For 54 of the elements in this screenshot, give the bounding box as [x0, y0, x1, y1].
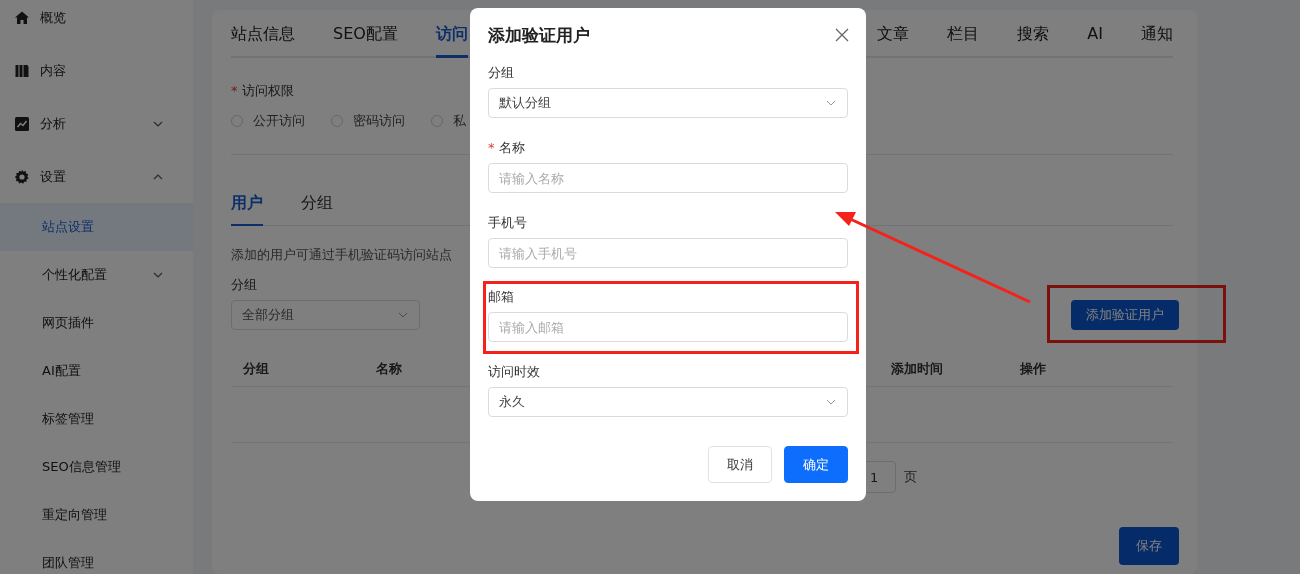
field-label: 分组 — [488, 64, 515, 82]
sidebar-item[interactable]: 标签管理 — [0, 395, 193, 443]
field-label: 分组 — [231, 276, 257, 294]
sidebar-item[interactable]: AI配置 — [0, 347, 193, 395]
sidebar-item[interactable]: 站点设置 — [0, 203, 193, 251]
field-label: 手机号 — [488, 214, 528, 232]
column-header: 操作 — [1020, 360, 1046, 378]
description-text: 添加的用户可通过手机验证码访问站点 — [231, 246, 452, 264]
sidebar-item[interactable]: 设置 — [0, 150, 193, 203]
tab[interactable]: 通知 — [1141, 10, 1173, 58]
input-field[interactable]: 请输入名称 — [488, 163, 848, 193]
tab[interactable]: 文章 — [877, 10, 910, 58]
sidebar-item[interactable]: 概览 — [0, 0, 193, 44]
tab[interactable]: 用户 — [231, 193, 263, 226]
save-button[interactable]: 保存 — [1119, 527, 1179, 565]
sidebar-item[interactable]: 重定向管理 — [0, 491, 193, 539]
sidebar-item[interactable]: 内容 — [0, 44, 193, 97]
cancel-button[interactable]: 取消 — [708, 446, 772, 483]
chart-icon — [14, 115, 30, 132]
select-field[interactable]: 默认分组 — [488, 88, 848, 118]
sidebar-item[interactable]: SEO信息管理 — [0, 443, 193, 491]
field-label: 访问时效 — [488, 363, 541, 381]
page-unit: 页 — [904, 468, 917, 486]
input-field[interactable]: 请输入手机号 — [488, 238, 848, 268]
field-label: * 名称 — [488, 139, 526, 157]
dialog-title: 添加验证用户 — [488, 23, 590, 47]
gear-icon — [14, 168, 30, 185]
sidebar-item[interactable]: 个性化配置 — [0, 251, 193, 299]
column-header: 名称 — [376, 360, 402, 378]
field-label: * 访问权限 — [231, 82, 295, 100]
tab[interactable]: 分组 — [301, 193, 333, 226]
tab[interactable]: 栏目 — [947, 10, 980, 58]
radio-option[interactable]: 私 — [431, 112, 466, 130]
radio-option[interactable]: 密码访问 — [331, 112, 405, 130]
input-field[interactable]: 请输入邮箱 — [488, 312, 848, 342]
field-label: 邮箱 — [488, 288, 515, 306]
close-icon[interactable] — [835, 28, 849, 42]
column-header: 添加时间 — [891, 360, 943, 378]
column-header: 分组 — [243, 360, 269, 378]
tab[interactable]: 搜索 — [1017, 10, 1050, 58]
add-user-button[interactable]: 添加验证用户 — [1071, 300, 1179, 330]
select-field[interactable]: 永久 — [488, 387, 848, 417]
sidebar-item[interactable]: 网页插件 — [0, 299, 193, 347]
sidebar-item[interactable]: 分析 — [0, 97, 193, 150]
tab[interactable]: AI — [1087, 10, 1103, 58]
home-icon — [14, 9, 30, 26]
tab[interactable]: 站点信息 — [231, 10, 295, 58]
sidebar-item[interactable]: 团队管理 — [0, 539, 193, 574]
confirm-button[interactable]: 确定 — [784, 446, 848, 483]
tab[interactable]: SEO配置 — [333, 10, 398, 58]
book-icon — [14, 62, 30, 79]
group-select[interactable]: 全部分组 — [231, 300, 420, 330]
tab[interactable]: 访问 — [435, 10, 468, 58]
radio-option[interactable]: 公开访问 — [231, 112, 305, 130]
